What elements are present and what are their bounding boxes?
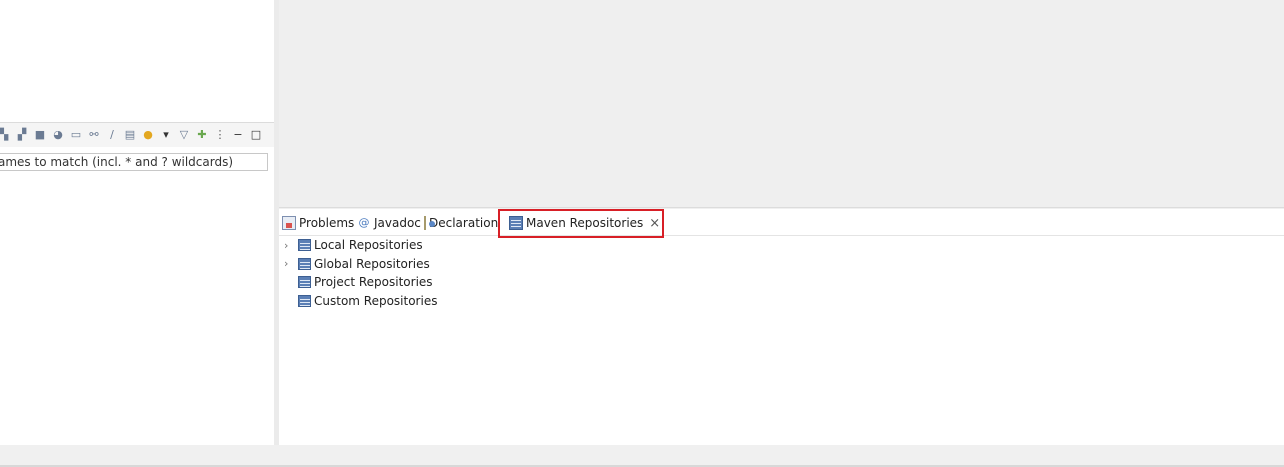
chevron-right-icon[interactable]: › <box>284 257 294 270</box>
repository-icon <box>298 294 311 307</box>
lightbulb-icon[interactable]: ● <box>140 127 156 143</box>
problems-icon <box>282 216 296 230</box>
repository-icon <box>298 239 311 252</box>
tree-item-global[interactable]: › Global Repositories <box>279 255 1284 274</box>
chart-icon[interactable]: ◕ <box>50 127 66 143</box>
more-icon[interactable]: ⋮ <box>212 127 228 143</box>
tab-problems-label: Problems <box>299 216 355 230</box>
view-toolbar: ▚ ▞ ■ ◕ ▭ ⚯ ∕ ▤ ● ▾ ▽ ✚ ⋮ − □ <box>0 123 274 147</box>
repository-tree: › Local Repositories › Global Repositori… <box>279 236 1284 310</box>
dropdown-icon[interactable]: ▾ <box>158 127 174 143</box>
tab-maven-repositories[interactable]: Maven Repositories × <box>509 214 660 232</box>
eclipse-workbench: ▚ ▞ ■ ◕ ▭ ⚯ ∕ ▤ ● ▾ ▽ ✚ ⋮ − □ Problems <box>0 0 1284 467</box>
repository-icon <box>298 257 311 270</box>
tree-item-label: Global Repositories <box>314 256 430 271</box>
close-icon[interactable]: × <box>649 216 660 231</box>
stop-icon[interactable]: ■ <box>32 127 48 143</box>
editor-area <box>279 0 1284 208</box>
tree-item-label: Project Repositories <box>314 275 433 290</box>
tab-javadoc-label: Javadoc <box>374 216 421 230</box>
minimize-icon[interactable]: − <box>230 127 246 143</box>
declaration-icon <box>424 216 435 230</box>
tree-item-label: Local Repositories <box>314 238 423 253</box>
bottom-views-panel: Problems @ Javadoc Declaration Maven Rep… <box>279 209 1284 445</box>
collapse-icon[interactable]: ▚ <box>0 127 12 143</box>
tab-maven-label: Maven Repositories <box>526 216 644 230</box>
tab-declaration-label: Declaration <box>429 216 498 230</box>
tree-item-custom[interactable]: Custom Repositories <box>279 292 1284 311</box>
view-tab-strip: Problems @ Javadoc Declaration Maven Rep… <box>279 209 1284 238</box>
javadoc-icon: @ <box>358 216 370 229</box>
tab-problems[interactable]: Problems <box>282 214 354 232</box>
monitor-icon[interactable]: ▭ <box>68 127 84 143</box>
filter-icon[interactable]: ▽ <box>176 127 192 143</box>
panel-icon[interactable]: ▤ <box>122 127 138 143</box>
maximize-icon[interactable]: □ <box>248 127 264 143</box>
repository-icon <box>509 216 523 230</box>
tab-declaration[interactable]: Declaration <box>424 214 498 232</box>
tab-javadoc[interactable]: @ Javadoc <box>357 214 421 232</box>
chevron-right-icon[interactable]: › <box>284 239 294 252</box>
link-icon[interactable]: ⚯ <box>86 127 102 143</box>
filter-input[interactable] <box>0 153 268 171</box>
repository-icon <box>298 276 311 289</box>
left-view-panel: ▚ ▞ ■ ◕ ▭ ⚯ ∕ ▤ ● ▾ ▽ ✚ ⋮ − □ <box>0 0 274 445</box>
left-upper-view <box>0 0 274 123</box>
add-icon[interactable]: ✚ <box>194 127 210 143</box>
tree-item-label: Custom Repositories <box>314 293 438 308</box>
tree-item-project[interactable]: Project Repositories <box>279 273 1284 292</box>
status-bar <box>0 445 1284 467</box>
tree-item-local[interactable]: › Local Repositories <box>279 236 1284 255</box>
expand-icon[interactable]: ▞ <box>14 127 30 143</box>
pencil-icon[interactable]: ∕ <box>104 127 120 143</box>
